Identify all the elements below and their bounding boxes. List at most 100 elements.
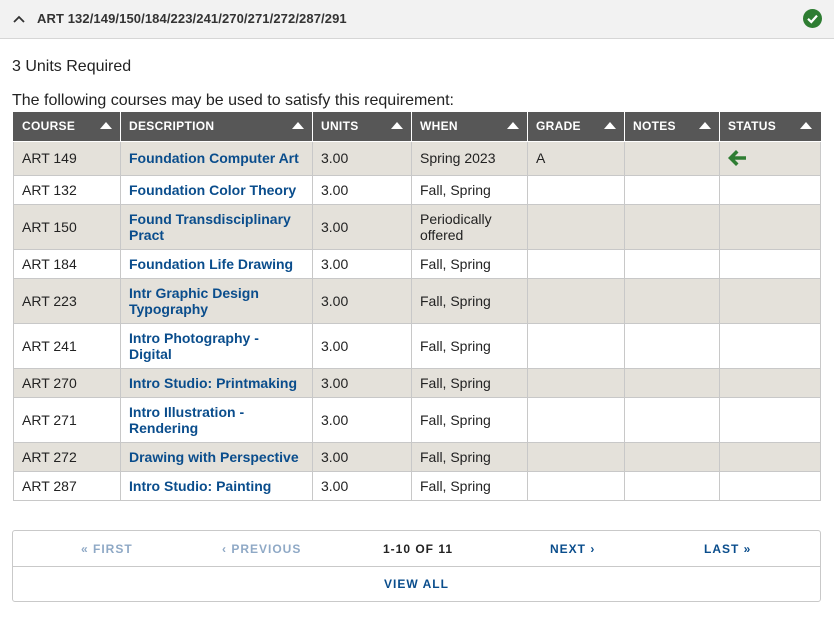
pagination: « FIRST ‹ PREVIOUS 1-10 OF 11 NEXT › LAS… (12, 530, 821, 602)
course-status (719, 367, 821, 398)
column-header-units[interactable]: UNITS (312, 112, 412, 142)
course-units: 3.00 (312, 277, 412, 324)
course-code: ART 149 (13, 140, 121, 176)
course-when: Periodically offered (411, 203, 528, 250)
course-status (719, 322, 821, 369)
course-status (719, 174, 821, 205)
previous-page-button[interactable]: ‹ PREVIOUS (222, 542, 301, 556)
sort-asc-icon[interactable] (292, 122, 304, 129)
course-grade (527, 322, 625, 369)
course-grade (527, 248, 625, 279)
column-header-when[interactable]: WHEN (411, 112, 528, 142)
sort-asc-icon[interactable] (391, 122, 403, 129)
course-grade (527, 203, 625, 250)
check-circle-icon (803, 9, 822, 28)
course-description-link[interactable]: Intro Studio: Painting (120, 470, 313, 501)
course-code: ART 271 (13, 396, 121, 443)
arrow-left-icon (728, 150, 746, 166)
next-page-button[interactable]: NEXT › (550, 542, 595, 556)
table-row: ART 270 Intro Studio: Printmaking 3.00 F… (13, 367, 821, 398)
course-units: 3.00 (312, 396, 412, 443)
course-units: 3.00 (312, 174, 412, 205)
table-row: ART 150 Found Transdisciplinary Pract 3.… (13, 203, 821, 250)
pagination-controls: « FIRST ‹ PREVIOUS 1-10 OF 11 NEXT › LAS… (13, 531, 820, 567)
requirement-title: ART 132/149/150/184/223/241/270/271/272/… (37, 11, 347, 26)
course-code: ART 132 (13, 174, 121, 205)
course-description-link[interactable]: Intro Illustration - Rendering (120, 396, 313, 443)
course-grade (527, 174, 625, 205)
course-grade (527, 396, 625, 443)
course-table: COURSE DESCRIPTION UNITS WHEN GRADE NOTE… (13, 112, 821, 501)
sort-asc-icon[interactable] (800, 122, 812, 129)
sort-asc-icon[interactable] (604, 122, 616, 129)
last-page-button[interactable]: LAST » (704, 542, 751, 556)
course-grade: A (527, 140, 625, 176)
course-status (719, 396, 821, 443)
view-all-button[interactable]: VIEW ALL (13, 577, 820, 591)
sort-asc-icon[interactable] (100, 122, 112, 129)
column-header-grade[interactable]: GRADE (527, 112, 625, 142)
course-description-link[interactable]: Foundation Color Theory (120, 174, 313, 205)
course-units: 3.00 (312, 203, 412, 250)
course-description-link[interactable]: Foundation Computer Art (120, 140, 313, 176)
table-row: ART 132 Foundation Color Theory 3.00 Fal… (13, 174, 821, 205)
course-grade (527, 277, 625, 324)
course-when: Spring 2023 (411, 140, 528, 176)
course-grade (527, 470, 625, 501)
course-description-link[interactable]: Found Transdisciplinary Pract (120, 203, 313, 250)
course-code: ART 287 (13, 470, 121, 501)
course-description-link[interactable]: Intro Photography - Digital (120, 322, 313, 369)
course-notes (624, 367, 720, 398)
course-notes (624, 140, 720, 176)
course-code: ART 150 (13, 203, 121, 250)
column-header-status[interactable]: STATUS (719, 112, 821, 142)
first-page-button[interactable]: « FIRST (81, 542, 133, 556)
course-when: Fall, Spring (411, 367, 528, 398)
units-required: 3 Units Required (12, 58, 132, 75)
table-row: ART 272 Drawing with Perspective 3.00 Fa… (13, 441, 821, 472)
course-when: Fall, Spring (411, 441, 528, 472)
course-notes (624, 277, 720, 324)
course-description-link[interactable]: Foundation Life Drawing (120, 248, 313, 279)
course-status (719, 470, 821, 501)
course-code: ART 223 (13, 277, 121, 324)
column-header-description[interactable]: DESCRIPTION (120, 112, 313, 142)
course-status (719, 248, 821, 279)
course-notes (624, 396, 720, 443)
course-status (719, 140, 821, 176)
column-header-notes[interactable]: NOTES (624, 112, 720, 142)
course-description-link[interactable]: Intr Graphic Design Typography (120, 277, 313, 324)
course-units: 3.00 (312, 367, 412, 398)
column-header-course[interactable]: COURSE (13, 112, 121, 142)
course-code: ART 272 (13, 441, 121, 472)
chevron-up-icon[interactable] (12, 12, 26, 26)
course-status (719, 441, 821, 472)
course-code: ART 184 (13, 248, 121, 279)
course-notes (624, 470, 720, 501)
course-description-link[interactable]: Intro Studio: Printmaking (120, 367, 313, 398)
sort-asc-icon[interactable] (699, 122, 711, 129)
course-when: Fall, Spring (411, 277, 528, 324)
course-units: 3.00 (312, 470, 412, 501)
course-code: ART 270 (13, 367, 121, 398)
course-when: Fall, Spring (411, 248, 528, 279)
course-notes (624, 322, 720, 369)
course-units: 3.00 (312, 140, 412, 176)
course-notes (624, 203, 720, 250)
page-range-indicator: 1-10 OF 11 (383, 542, 454, 556)
course-description-link[interactable]: Drawing with Perspective (120, 441, 313, 472)
table-row: ART 223 Intr Graphic Design Typography 3… (13, 277, 821, 324)
requirement-intro: The following courses may be used to sat… (12, 92, 454, 109)
course-notes (624, 441, 720, 472)
course-grade (527, 441, 625, 472)
course-when: Fall, Spring (411, 470, 528, 501)
requirement-header[interactable]: ART 132/149/150/184/223/241/270/271/272/… (0, 0, 834, 39)
table-row: ART 184 Foundation Life Drawing 3.00 Fal… (13, 248, 821, 279)
course-notes (624, 174, 720, 205)
course-code: ART 241 (13, 322, 121, 369)
sort-asc-icon[interactable] (507, 122, 519, 129)
course-status (719, 277, 821, 324)
table-row: ART 149 Foundation Computer Art 3.00 Spr… (13, 140, 821, 176)
table-row: ART 241 Intro Photography - Digital 3.00… (13, 322, 821, 369)
course-status (719, 203, 821, 250)
